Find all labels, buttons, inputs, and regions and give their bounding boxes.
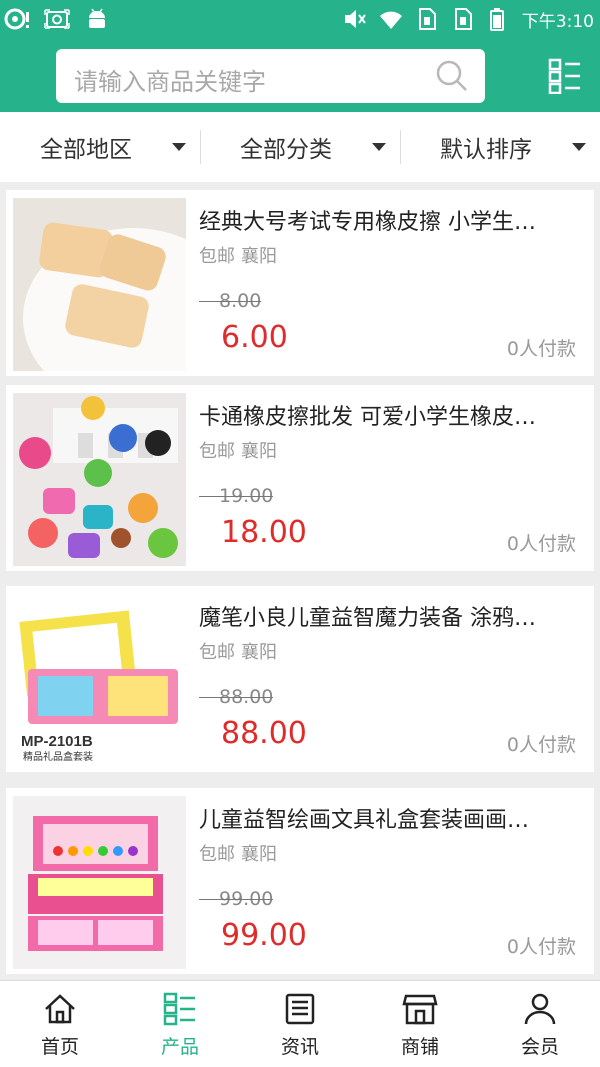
screenshot-icon <box>44 9 70 29</box>
original-price: 8.00 <box>199 290 262 312</box>
filter-label: 全部分类 <box>240 137 332 163</box>
nav-news[interactable]: 资讯 <box>240 981 360 1067</box>
search-icon[interactable] <box>435 59 469 93</box>
filter-sort[interactable]: 默认排序 <box>400 112 600 182</box>
bottom-nav: 首页 产品 资讯 商铺 会员 <box>0 980 600 1067</box>
notification-icon <box>4 8 29 30</box>
nav-home[interactable]: 首页 <box>0 981 120 1067</box>
sale-price: 88.00 <box>221 716 307 751</box>
original-price: 88.00 <box>199 686 274 708</box>
product-list-icon <box>163 992 195 1026</box>
shipping-tag: 包邮 <box>199 246 235 267</box>
image-text-model: MP-2101B <box>21 733 93 750</box>
product-image <box>13 796 186 969</box>
image-text-desc: 精品礼品盒套装 <box>23 750 93 763</box>
product-title: 卡通橡皮擦批发 可爱小学生橡皮… <box>199 405 536 430</box>
battery-icon <box>489 8 504 31</box>
search-input[interactable]: 请输入商品关键字 <box>56 49 485 103</box>
product-location: 襄阳 <box>241 844 277 865</box>
product-meta: 包邮 襄阳 <box>199 840 277 866</box>
filter-category[interactable]: 全部分类 <box>200 112 400 182</box>
product-image: MP-2101B 精品礼品盒套装 <box>13 594 186 767</box>
product-image <box>13 393 186 566</box>
sale-price: 99.00 <box>221 918 307 953</box>
paid-count: 0人付款 <box>506 338 576 360</box>
nav-shop[interactable]: 商铺 <box>360 981 480 1067</box>
product-card[interactable]: 儿童益智绘画文具礼盒套装画画… 包邮 襄阳 99.00 99.00 0人付款 <box>6 788 594 974</box>
shipping-tag: 包邮 <box>199 642 235 663</box>
product-meta: 包邮 襄阳 <box>199 437 277 463</box>
filter-label: 全部地区 <box>40 137 132 163</box>
shipping-tag: 包邮 <box>199 844 235 865</box>
shop-icon <box>402 994 438 1025</box>
caret-down-icon <box>572 143 586 151</box>
category-menu-icon[interactable] <box>548 58 582 94</box>
product-location: 襄阳 <box>241 441 277 462</box>
paid-count: 0人付款 <box>506 936 576 958</box>
product-meta: 包邮 襄阳 <box>199 638 277 664</box>
nav-products[interactable]: 产品 <box>120 981 240 1067</box>
original-price: 19.00 <box>199 485 274 507</box>
wifi-icon <box>379 11 402 29</box>
search-placeholder: 请输入商品关键字 <box>74 68 266 96</box>
caret-down-icon <box>372 143 386 151</box>
product-meta: 包邮 襄阳 <box>199 242 277 268</box>
shipping-tag: 包邮 <box>199 441 235 462</box>
product-title: 经典大号考试专用橡皮擦 小学生… <box>199 210 536 235</box>
sim2-icon <box>454 8 472 30</box>
product-card[interactable]: MP-2101B 精品礼品盒套装 魔笔小良儿童益智魔力装备 涂鸦… 包邮 襄阳 8… <box>6 586 594 772</box>
caret-down-icon <box>172 143 186 151</box>
nav-label: 首页 <box>40 1036 79 1058</box>
filter-label: 默认排序 <box>440 137 532 163</box>
nav-member[interactable]: 会员 <box>480 981 600 1067</box>
mute-icon <box>344 10 366 28</box>
status-time: 下午3:10 <box>521 11 594 32</box>
news-icon <box>285 993 315 1025</box>
nav-label: 资讯 <box>280 1036 319 1058</box>
paid-count: 0人付款 <box>506 533 576 555</box>
nav-label: 会员 <box>520 1036 559 1058</box>
product-title: 儿童益智绘画文具礼盒套装画画… <box>199 808 530 833</box>
android-icon <box>89 8 105 28</box>
member-icon <box>524 993 556 1025</box>
sim1-icon <box>418 8 436 30</box>
paid-count: 0人付款 <box>506 734 576 756</box>
home-icon <box>45 994 75 1024</box>
sale-price: 6.00 <box>221 320 288 355</box>
filter-bar: 全部地区 全部分类 默认排序 <box>0 112 600 182</box>
status-bar: 下午3:10 <box>0 0 600 40</box>
nav-label: 产品 <box>160 1036 199 1058</box>
product-title: 魔笔小良儿童益智魔力装备 涂鸦… <box>199 606 536 631</box>
sale-price: 18.00 <box>221 515 307 550</box>
search-header: 请输入商品关键字 <box>0 40 600 112</box>
product-location: 襄阳 <box>241 642 277 663</box>
product-card[interactable]: 经典大号考试专用橡皮擦 小学生… 包邮 襄阳 8.00 6.00 0人付款 <box>6 190 594 376</box>
nav-label: 商铺 <box>400 1036 439 1058</box>
original-price: 99.00 <box>199 888 274 910</box>
product-location: 襄阳 <box>241 246 277 267</box>
filter-region[interactable]: 全部地区 <box>0 112 200 182</box>
product-card[interactable]: 卡通橡皮擦批发 可爱小学生橡皮… 包邮 襄阳 19.00 18.00 0人付款 <box>6 385 594 571</box>
product-image <box>13 198 186 371</box>
